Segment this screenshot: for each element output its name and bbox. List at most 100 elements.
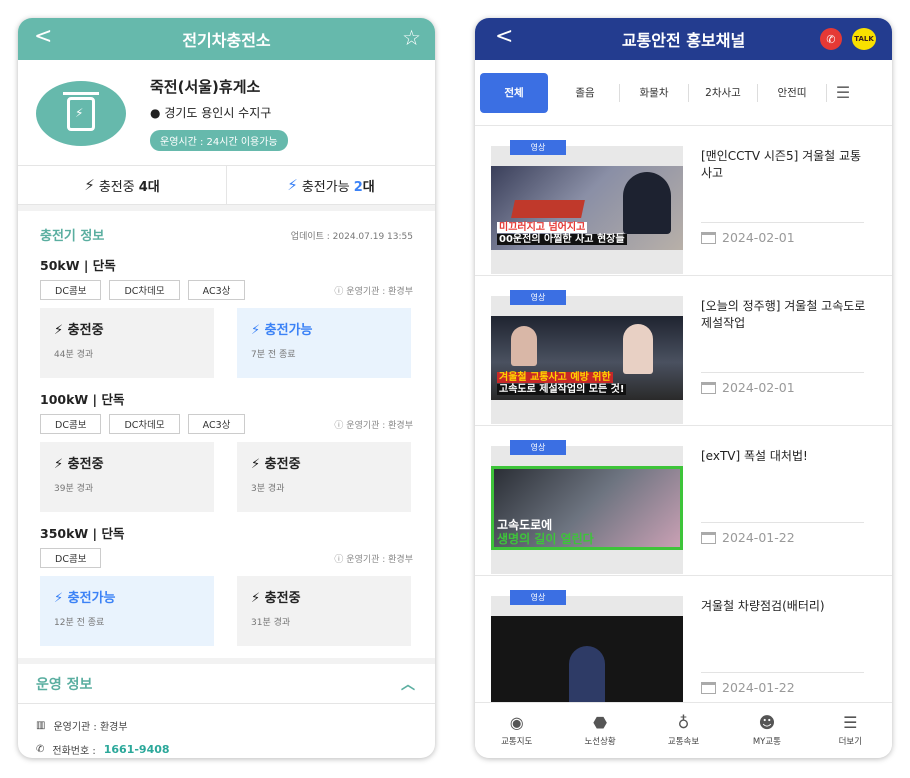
- charger-info-section: 충전기 정보 업데이트 : 2024.07.19 13:55 50kW | 단독…: [18, 211, 435, 658]
- slot-status: 충전중: [264, 591, 301, 606]
- video-list-item[interactable]: 영상 미끄러지고 넘어지고 00운전의 아찔한 사고 현장들 [맨인CCTV 시즌…: [475, 126, 892, 276]
- bolt-icon: ⚡: [251, 323, 261, 338]
- nav-label: 노선상황: [584, 737, 616, 747]
- phone-number-link[interactable]: 1661-9408: [104, 743, 170, 756]
- header-bar: < 교통안전 홍보채널 ✆ TALK: [475, 18, 892, 60]
- tab-all[interactable]: 전체: [480, 72, 548, 113]
- thumbnail-caption-top: 겨울철 교통사고 예방 위한: [497, 372, 613, 383]
- kakaotalk-icon[interactable]: TALK: [852, 28, 876, 50]
- charger-power: 350kW | 단독: [40, 526, 125, 541]
- slot-elapsed: 7분 전 종료: [251, 350, 296, 360]
- charging-status-summary: ⚡ 충전중 4대 ⚡ 충전가능 2대: [18, 165, 435, 205]
- section-title: 충전기 정보: [40, 229, 105, 244]
- charger-slot[interactable]: ⚡ 충전가능 12분 전 종료: [40, 576, 214, 646]
- video-list-item[interactable]: 영상 겨울철 교통사고 예방 위한 고속도로 제설작업의 모든 것! [오늘의 정…: [475, 276, 892, 426]
- video-title[interactable]: [맨인CCTV 시즌5] 겨울철 교통사고: [701, 148, 871, 182]
- tab-drowsy[interactable]: 졸음: [556, 85, 614, 100]
- call-icon[interactable]: ✆: [820, 28, 842, 50]
- slot-status: 충전중: [264, 457, 301, 472]
- slot-status: 충전중: [67, 323, 104, 338]
- chevron-up-icon[interactable]: ︿: [401, 674, 415, 694]
- video-list-item[interactable]: 영상 고속도로에 생명의 길이 열린다 [exTV] 폭설 대처법! 2024-0…: [475, 426, 892, 576]
- video-badge: 영상: [510, 140, 566, 155]
- video-badge: 영상: [510, 590, 566, 605]
- bolt-icon: ⚡: [251, 457, 261, 472]
- operation-info-header[interactable]: 운영 정보 ︿: [18, 664, 435, 704]
- tab-secondary-accident[interactable]: 2차사고: [694, 85, 752, 100]
- connector-tag: DC콤보: [40, 414, 102, 434]
- thumbnail-caption-main: 고속도로 제설작업의 모든 것!: [497, 384, 627, 395]
- operating-hours-badge: 운영시간 : 24시간 이용가능: [150, 130, 288, 151]
- station-name: 죽전(서울)휴게소: [150, 78, 261, 96]
- nav-label: 교통지도: [501, 737, 533, 747]
- video-thumbnail[interactable]: 영상 고속도로에 생명의 길이 열린다: [491, 440, 683, 574]
- nav-label: 더보기: [838, 737, 863, 747]
- list-menu-icon[interactable]: ☰: [832, 83, 854, 102]
- bolt-icon: ⚡: [54, 457, 64, 472]
- charger-slot[interactable]: ⚡ 충전가능 7분 전 종료: [237, 308, 411, 378]
- bolt-icon: ⚡: [84, 176, 95, 194]
- available-label: 충전가능: [301, 179, 350, 195]
- back-button[interactable]: <: [495, 24, 513, 49]
- section-title: 운영 정보: [36, 676, 93, 693]
- nav-more[interactable]: ☰ 더보기: [809, 703, 892, 758]
- available-count-value: 2: [353, 179, 363, 195]
- video-date: 2024-02-01: [722, 230, 795, 245]
- video-date: 2024-01-22: [722, 530, 795, 545]
- charging-label: 충전중: [98, 179, 135, 195]
- nav-traffic-map[interactable]: ◉ 교통지도: [475, 703, 558, 758]
- video-thumbnail[interactable]: 영상 겨울철 교통사고 예방 위한 고속도로 제설작업의 모든 것!: [491, 290, 683, 424]
- phone-row: ✆ 전화번호 : 1661-9408: [36, 742, 435, 757]
- connector-tag: DC차데모: [109, 414, 180, 434]
- video-date: 2024-02-01: [722, 380, 795, 395]
- calendar-icon: [701, 231, 716, 244]
- highway-icon: ⬣: [593, 713, 608, 732]
- video-badge: 영상: [510, 290, 566, 305]
- nav-route-status[interactable]: ⬣ 노선상황: [558, 703, 641, 758]
- back-button[interactable]: <: [34, 24, 52, 49]
- slot-elapsed: 39분 경과: [54, 484, 94, 494]
- charger-group: 350kW | 단독 DC콤보 ⓘ 운영기관 : 환경부 ⚡ 충전가능 12분 …: [40, 523, 413, 646]
- bolt-icon: ⚡: [251, 591, 261, 606]
- charging-station-icon: ⚡: [36, 81, 126, 146]
- operator-label: ⓘ 운영기관 : 환경부: [334, 421, 413, 431]
- bolt-icon: ⚡: [54, 323, 64, 338]
- connector-tag: DC콤보: [40, 548, 102, 568]
- charger-slot[interactable]: ⚡ 충전중 44분 경과: [40, 308, 214, 378]
- video-title[interactable]: 겨울철 차량점검(배터리): [701, 598, 871, 615]
- video-thumbnail[interactable]: 영상 미끄러지고 넘어지고 00운전의 아찔한 사고 현장들: [491, 140, 683, 274]
- slot-elapsed: 12분 전 종료: [54, 618, 105, 628]
- video-title[interactable]: [오늘의 정주행] 겨울철 고속도로 제설작업: [701, 298, 871, 332]
- slot-status: 충전중: [67, 457, 104, 472]
- thumbnail-caption-top: 미끄러지고 넘어지고: [497, 222, 588, 233]
- thumbnail-caption-top: 고속도로에: [497, 518, 553, 532]
- connector-tag: AC3상: [187, 280, 246, 300]
- map-pin-icon: ◉: [509, 713, 524, 732]
- nav-traffic-news[interactable]: ♁ 교통속보: [642, 703, 725, 758]
- charging-count-value: 4대: [138, 179, 160, 195]
- connector-tag: AC3상: [187, 414, 246, 434]
- charger-slot[interactable]: ⚡ 충전중 3분 경과: [237, 442, 411, 512]
- nav-label: MY교통: [752, 737, 781, 747]
- charging-count: ⚡ 충전중 4대: [18, 166, 226, 204]
- video-badge: 영상: [510, 440, 566, 455]
- bolt-icon: ⚡: [54, 591, 64, 606]
- tab-truck[interactable]: 화물차: [625, 85, 683, 100]
- traffic-safety-channel-screen: < 교통안전 홍보채널 ✆ TALK 전체 졸음 화물차 2차사고 안전띠 ☰ …: [475, 18, 892, 758]
- slot-elapsed: 31분 경과: [251, 618, 291, 628]
- charger-slot[interactable]: ⚡ 충전중 39분 경과: [40, 442, 214, 512]
- station-address: ● 경기도 용인시 수지구: [150, 104, 271, 121]
- calendar-icon: [701, 381, 716, 394]
- nav-my-traffic[interactable]: ☻ MY교통: [725, 703, 808, 758]
- charger-slot[interactable]: ⚡ 충전중 31분 경과: [237, 576, 411, 646]
- video-date: 2024-01-22: [722, 680, 795, 695]
- page-title: 교통안전 홍보채널: [621, 31, 746, 50]
- bolt-icon: ⚡: [287, 176, 298, 194]
- tab-seatbelt[interactable]: 안전띠: [763, 85, 821, 100]
- page-title: 전기차충전소: [182, 31, 271, 50]
- charger-group: 100kW | 단독 DC콤보 DC차데모 AC3상 ⓘ 운영기관 : 환경부 …: [40, 389, 413, 512]
- video-title[interactable]: [exTV] 폭설 대처법!: [701, 448, 871, 465]
- slot-status: 충전가능: [67, 591, 116, 606]
- favorite-star-icon[interactable]: ☆: [402, 26, 421, 50]
- update-time: 업데이트 : 2024.07.19 13:55: [290, 232, 413, 242]
